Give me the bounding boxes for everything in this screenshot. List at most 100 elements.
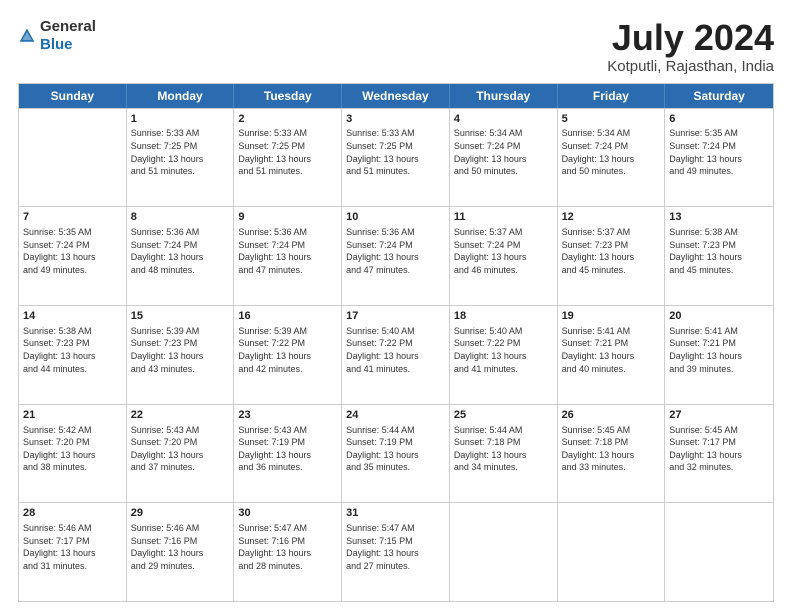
calendar-cell: 7Sunrise: 5:35 AMSunset: 7:24 PMDaylight… — [19, 207, 127, 305]
calendar-cell: 8Sunrise: 5:36 AMSunset: 7:24 PMDaylight… — [127, 207, 235, 305]
day-number: 1 — [131, 112, 230, 127]
calendar-cell: 16Sunrise: 5:39 AMSunset: 7:22 PMDayligh… — [234, 306, 342, 404]
calendar-cell — [450, 503, 558, 601]
day-info: Sunrise: 5:44 AMSunset: 7:19 PMDaylight:… — [346, 424, 445, 474]
calendar-cell: 10Sunrise: 5:36 AMSunset: 7:24 PMDayligh… — [342, 207, 450, 305]
day-info: Sunrise: 5:36 AMSunset: 7:24 PMDaylight:… — [131, 226, 230, 276]
day-number: 15 — [131, 309, 230, 324]
calendar-row: 21Sunrise: 5:42 AMSunset: 7:20 PMDayligh… — [19, 404, 773, 503]
day-info: Sunrise: 5:46 AMSunset: 7:17 PMDaylight:… — [23, 522, 122, 572]
calendar-cell: 3Sunrise: 5:33 AMSunset: 7:25 PMDaylight… — [342, 109, 450, 207]
day-info: Sunrise: 5:46 AMSunset: 7:16 PMDaylight:… — [131, 522, 230, 572]
calendar-cell: 12Sunrise: 5:37 AMSunset: 7:23 PMDayligh… — [558, 207, 666, 305]
day-number: 12 — [562, 210, 661, 225]
calendar-cell — [665, 503, 773, 601]
day-info: Sunrise: 5:37 AMSunset: 7:24 PMDaylight:… — [454, 226, 553, 276]
calendar-cell: 2Sunrise: 5:33 AMSunset: 7:25 PMDaylight… — [234, 109, 342, 207]
logo: General Blue — [18, 18, 96, 54]
calendar-cell: 23Sunrise: 5:43 AMSunset: 7:19 PMDayligh… — [234, 405, 342, 503]
calendar-cell: 17Sunrise: 5:40 AMSunset: 7:22 PMDayligh… — [342, 306, 450, 404]
day-info: Sunrise: 5:47 AMSunset: 7:15 PMDaylight:… — [346, 522, 445, 572]
day-number: 28 — [23, 506, 122, 521]
page: General Blue July 2024 Kotputli, Rajasth… — [0, 0, 792, 612]
day-info: Sunrise: 5:41 AMSunset: 7:21 PMDaylight:… — [669, 325, 769, 375]
month-year: July 2024 — [607, 18, 774, 58]
logo-blue: Blue — [40, 36, 73, 53]
day-number: 31 — [346, 506, 445, 521]
calendar-body: 1 Sunrise: 5:33 AMSunset: 7:25 PMDaylight… — [19, 108, 773, 601]
day-number: 23 — [238, 408, 337, 423]
calendar-cell: 26Sunrise: 5:45 AMSunset: 7:18 PMDayligh… — [558, 405, 666, 503]
calendar-cell — [558, 503, 666, 601]
calendar-cell: 20Sunrise: 5:41 AMSunset: 7:21 PMDayligh… — [665, 306, 773, 404]
day-number: 25 — [454, 408, 553, 423]
day-number: 24 — [346, 408, 445, 423]
calendar-cell — [19, 109, 127, 207]
day-info: Sunrise: 5:39 AMSunset: 7:23 PMDaylight:… — [131, 325, 230, 375]
day-number: 22 — [131, 408, 230, 423]
calendar-cell: 1Sunrise: 5:33 AMSunset: 7:25 PMDaylight… — [127, 109, 235, 207]
calendar-header: SundayMondayTuesdayWednesdayThursdayFrid… — [19, 84, 773, 108]
calendar-row: 28Sunrise: 5:46 AMSunset: 7:17 PMDayligh… — [19, 502, 773, 601]
day-info: Sunrise: 5:35 AMSunset: 7:24 PMDaylight:… — [23, 226, 122, 276]
day-info: Sunrise: 5:45 AMSunset: 7:18 PMDaylight:… — [562, 424, 661, 474]
day-info: Sunrise: 5:40 AMSunset: 7:22 PMDaylight:… — [346, 325, 445, 375]
calendar-cell: 6Sunrise: 5:35 AMSunset: 7:24 PMDaylight… — [665, 109, 773, 207]
calendar-cell: 5Sunrise: 5:34 AMSunset: 7:24 PMDaylight… — [558, 109, 666, 207]
weekday-header: Monday — [127, 84, 235, 108]
day-info: Sunrise: 5:40 AMSunset: 7:22 PMDaylight:… — [454, 325, 553, 375]
day-info: Sunrise: 5:38 AMSunset: 7:23 PMDaylight:… — [23, 325, 122, 375]
day-info: Sunrise: 5:34 AMSunset: 7:24 PMDaylight:… — [562, 127, 661, 177]
day-info: Sunrise: 5:38 AMSunset: 7:23 PMDaylight:… — [669, 226, 769, 276]
day-number: 9 — [238, 210, 337, 225]
calendar-cell: 31Sunrise: 5:47 AMSunset: 7:15 PMDayligh… — [342, 503, 450, 601]
day-number: 17 — [346, 309, 445, 324]
calendar-cell: 18Sunrise: 5:40 AMSunset: 7:22 PMDayligh… — [450, 306, 558, 404]
day-info: Sunrise: 5:41 AMSunset: 7:21 PMDaylight:… — [562, 325, 661, 375]
weekday-header: Friday — [558, 84, 666, 108]
calendar-cell: 11Sunrise: 5:37 AMSunset: 7:24 PMDayligh… — [450, 207, 558, 305]
day-number: 20 — [669, 309, 769, 324]
title-block: July 2024 Kotputli, Rajasthan, India — [607, 18, 774, 75]
day-number: 3 — [346, 112, 445, 127]
calendar-cell: 27Sunrise: 5:45 AMSunset: 7:17 PMDayligh… — [665, 405, 773, 503]
calendar-cell: 24Sunrise: 5:44 AMSunset: 7:19 PMDayligh… — [342, 405, 450, 503]
weekday-header: Saturday — [665, 84, 773, 108]
day-number: 18 — [454, 309, 553, 324]
day-number: 6 — [669, 112, 769, 127]
day-info: Sunrise: 5:43 AMSunset: 7:20 PMDaylight:… — [131, 424, 230, 474]
day-number: 21 — [23, 408, 122, 423]
calendar-cell: 21Sunrise: 5:42 AMSunset: 7:20 PMDayligh… — [19, 405, 127, 503]
day-number: 14 — [23, 309, 122, 324]
weekday-header: Sunday — [19, 84, 127, 108]
day-number: 29 — [131, 506, 230, 521]
day-number: 16 — [238, 309, 337, 324]
day-number: 4 — [454, 112, 553, 127]
day-number: 13 — [669, 210, 769, 225]
day-number: 7 — [23, 210, 122, 225]
day-number: 11 — [454, 210, 553, 225]
calendar-row: 7Sunrise: 5:35 AMSunset: 7:24 PMDaylight… — [19, 206, 773, 305]
day-number: 27 — [669, 408, 769, 423]
day-info: Sunrise: 5:34 AMSunset: 7:24 PMDaylight:… — [454, 127, 553, 177]
calendar-cell: 30Sunrise: 5:47 AMSunset: 7:16 PMDayligh… — [234, 503, 342, 601]
calendar-cell: 4Sunrise: 5:34 AMSunset: 7:24 PMDaylight… — [450, 109, 558, 207]
logo-general: General — [40, 18, 96, 35]
weekday-header: Wednesday — [342, 84, 450, 108]
day-number: 5 — [562, 112, 661, 127]
location: Kotputli, Rajasthan, India — [607, 58, 774, 75]
calendar-cell: 19Sunrise: 5:41 AMSunset: 7:21 PMDayligh… — [558, 306, 666, 404]
day-info: Sunrise: 5:42 AMSunset: 7:20 PMDaylight:… — [23, 424, 122, 474]
day-number: 10 — [346, 210, 445, 225]
calendar-cell: 15Sunrise: 5:39 AMSunset: 7:23 PMDayligh… — [127, 306, 235, 404]
day-info: Sunrise: 5:45 AMSunset: 7:17 PMDaylight:… — [669, 424, 769, 474]
calendar-cell: 22Sunrise: 5:43 AMSunset: 7:20 PMDayligh… — [127, 405, 235, 503]
calendar-cell: 25Sunrise: 5:44 AMSunset: 7:18 PMDayligh… — [450, 405, 558, 503]
calendar-cell: 28Sunrise: 5:46 AMSunset: 7:17 PMDayligh… — [19, 503, 127, 601]
calendar-cell: 29Sunrise: 5:46 AMSunset: 7:16 PMDayligh… — [127, 503, 235, 601]
day-info: Sunrise: 5:47 AMSunset: 7:16 PMDaylight:… — [238, 522, 337, 572]
day-info: Sunrise: 5:37 AMSunset: 7:23 PMDaylight:… — [562, 226, 661, 276]
day-info: Sunrise: 5:33 AMSunset: 7:25 PMDaylight:… — [346, 127, 445, 177]
logo-text: General Blue — [40, 18, 96, 54]
day-info: Sunrise: 5:39 AMSunset: 7:22 PMDaylight:… — [238, 325, 337, 375]
